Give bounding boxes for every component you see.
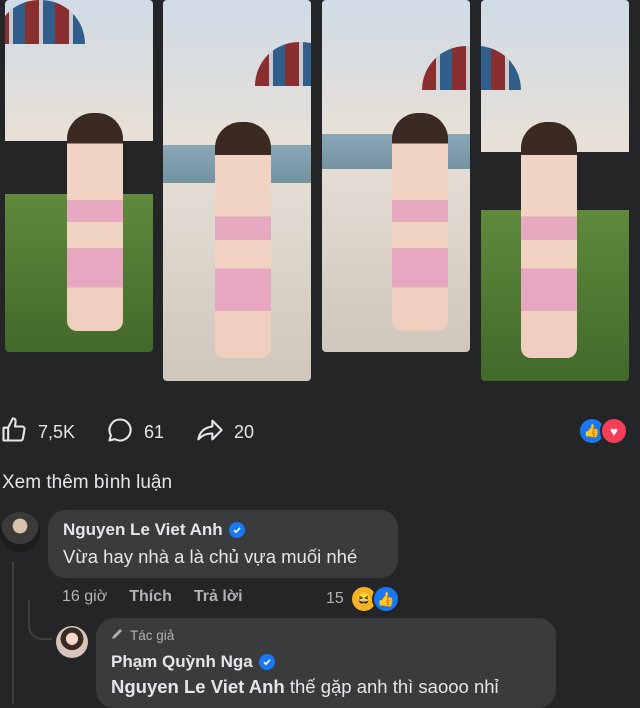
comment-bubble: Nguyen Le Viet Anh Vừa hay nhà a là chủ …: [48, 510, 398, 578]
reply-text: Nguyen Le Viet Anh thế gặp anh thì saooo…: [111, 676, 499, 698]
share-icon: [196, 416, 224, 449]
comment-icon: [106, 416, 134, 449]
comment-reaction-number: 15: [326, 590, 344, 607]
comment-reaction-count[interactable]: 15 😆 👍: [326, 585, 400, 613]
author-badge-label: Tác giả: [130, 628, 175, 643]
verified-icon: [258, 654, 275, 670]
comment-meta: 16 giờ Thích Trả lời: [62, 586, 265, 608]
reply-author-name[interactable]: Phạm Quỳnh Nga: [111, 652, 253, 672]
like-reaction-icon: 👍: [371, 585, 400, 613]
comment-time[interactable]: 16 giờ: [62, 588, 107, 606]
verified-icon: [228, 522, 245, 538]
commenter-avatar[interactable]: [0, 512, 40, 552]
reply-author[interactable]: Phạm Quỳnh Nga: [111, 652, 275, 672]
post-photo-strip[interactable]: [0, 0, 640, 390]
comment-button[interactable]: 61: [106, 410, 164, 454]
comment-like-button[interactable]: Thích: [129, 588, 172, 606]
share-count: 20: [234, 421, 255, 442]
like-button[interactable]: 7,5K: [0, 410, 75, 454]
share-button[interactable]: 20: [196, 410, 254, 454]
pen-icon: [110, 627, 124, 644]
like-icon: [0, 416, 28, 449]
post-photo-2[interactable]: [163, 0, 311, 381]
mention-link[interactable]: Nguyen Le Viet Anh: [111, 676, 285, 697]
comment-author[interactable]: Nguyen Le Viet Anh: [63, 520, 245, 540]
comment-count: 61: [144, 421, 165, 442]
post-action-bar: 7,5K 61 20: [0, 410, 640, 454]
comment-author-name[interactable]: Nguyen Le Viet Anh: [63, 520, 223, 540]
reply-connector: [28, 600, 52, 640]
like-count: 7,5K: [38, 421, 76, 442]
reply-body: thế gặp anh thì saooo nhỉ: [284, 676, 499, 697]
post-photo-4[interactable]: [481, 0, 629, 381]
post-photo-1[interactable]: [5, 0, 153, 352]
love-reaction-icon: ♥: [600, 417, 628, 445]
reaction-summary[interactable]: 👍 ♥: [578, 417, 628, 445]
comment-reply-button[interactable]: Trả lời: [194, 588, 243, 606]
view-more-comments-link[interactable]: Xem thêm bình luận: [2, 472, 172, 494]
comment-text: Vừa hay nhà a là chủ vựa muối nhé: [63, 546, 358, 567]
reply-author-avatar[interactable]: [56, 626, 88, 658]
post-photo-3[interactable]: [322, 0, 470, 352]
author-badge: Tác giả: [110, 627, 174, 644]
thread-line: [12, 562, 14, 704]
